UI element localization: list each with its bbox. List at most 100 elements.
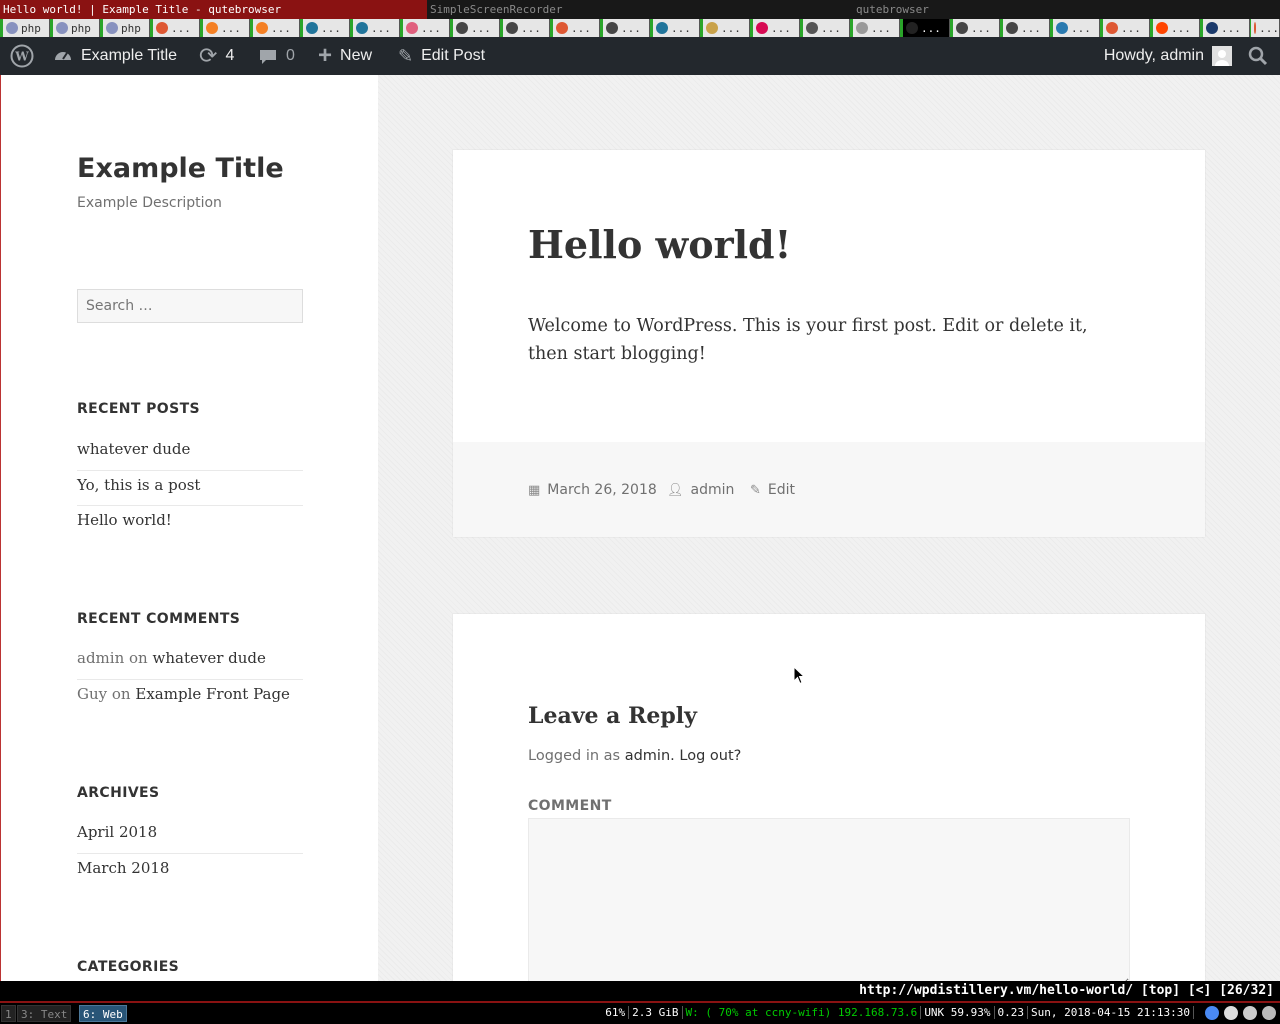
browser-tab[interactable]: ... bbox=[400, 19, 450, 37]
browser-tab[interactable]: ... bbox=[1100, 19, 1150, 37]
recent-post-link[interactable]: Yo, this is a post bbox=[77, 471, 303, 507]
tab-indicator bbox=[300, 19, 303, 37]
tab-indicator bbox=[1150, 19, 1153, 37]
tab-indicator bbox=[400, 19, 403, 37]
browser-tab[interactable]: ... bbox=[700, 19, 750, 37]
browser-tab[interactable]: ... bbox=[300, 19, 350, 37]
comments-count: 0 bbox=[286, 47, 295, 64]
lock-icon[interactable] bbox=[1262, 1006, 1276, 1020]
blank-icon bbox=[856, 22, 868, 34]
browser-tab[interactable]: ... bbox=[350, 19, 400, 37]
calendar-icon: ▦ bbox=[528, 482, 541, 498]
browser-tab[interactable]: php bbox=[0, 19, 50, 37]
window-title[interactable]: Hello world! | Example Title - qutebrows… bbox=[0, 0, 427, 19]
browser-tab[interactable]: ... bbox=[1200, 19, 1250, 37]
php-icon bbox=[106, 22, 118, 34]
chromium-icon[interactable] bbox=[1205, 1006, 1219, 1020]
browser-tab[interactable]: ... bbox=[850, 19, 900, 37]
comment-post-link[interactable]: whatever dude bbox=[153, 649, 266, 667]
browser-tab[interactable]: ... bbox=[500, 19, 550, 37]
comment-on: on bbox=[129, 649, 148, 667]
window-title-strip: Hello world! | Example Title - qutebrows… bbox=[0, 0, 1280, 19]
status-block: W: ( 70% at ccny-wifi) 192.168.73.6 bbox=[683, 1006, 922, 1019]
mouse-cursor-icon bbox=[793, 666, 806, 685]
tab-indicator bbox=[950, 19, 953, 37]
browser-tab[interactable]: ... bbox=[900, 19, 950, 37]
edit-post-button[interactable]: ✎ Edit Post bbox=[398, 37, 485, 75]
browser-tab[interactable]: ... bbox=[550, 19, 600, 37]
archives-heading: ARCHIVES bbox=[77, 785, 160, 801]
logged-in-user-link[interactable]: admin. bbox=[625, 748, 675, 764]
archive-link[interactable]: April 2018 bbox=[77, 818, 303, 854]
tab-label: ... bbox=[771, 21, 791, 35]
post-meta-footer: ▦ March 26, 2018 👤︎ admin ✎ Edit bbox=[453, 442, 1205, 537]
search-input[interactable] bbox=[77, 289, 303, 323]
network-icon[interactable] bbox=[1243, 1006, 1257, 1020]
comment-post-link[interactable]: Example Front Page bbox=[135, 685, 290, 703]
site-name-menu[interactable]: Example Title bbox=[53, 37, 177, 75]
reply-title: Leave a Reply bbox=[528, 703, 697, 729]
browser-tab[interactable]: ... bbox=[200, 19, 250, 37]
wordpress-logo-button[interactable]: W bbox=[10, 37, 34, 75]
workspace-button[interactable]: 3: Text bbox=[17, 1005, 72, 1022]
updates-button[interactable]: ⟳ 4 bbox=[199, 37, 234, 75]
tab-label: ... bbox=[871, 21, 891, 35]
browser-tab[interactable]: ... bbox=[650, 19, 700, 37]
logout-link[interactable]: Log out? bbox=[679, 748, 741, 764]
workspace-button[interactable]: 1 bbox=[1, 1005, 16, 1022]
browser-tab[interactable]: ... bbox=[1250, 19, 1280, 37]
browser-tab[interactable]: ... bbox=[950, 19, 1000, 37]
new-content-button[interactable]: + New bbox=[318, 37, 372, 75]
window-title[interactable]: qutebrowser bbox=[853, 0, 1280, 19]
tab-indicator bbox=[700, 19, 703, 37]
comments-button[interactable]: 0 bbox=[258, 37, 295, 75]
post-edit-link[interactable]: ✎ Edit bbox=[750, 482, 795, 498]
status-blocks: 61% 2.3 GiB W: ( 70% at ccny-wifi) 192.168… bbox=[602, 1006, 1194, 1019]
tab-label: ... bbox=[1259, 21, 1279, 35]
browser-tab[interactable]: php bbox=[50, 19, 100, 37]
post-author[interactable]: 👤︎ admin bbox=[667, 482, 734, 498]
browser-tab[interactable]: ... bbox=[600, 19, 650, 37]
comment-textarea[interactable] bbox=[528, 818, 1130, 981]
browser-tab[interactable]: ... bbox=[250, 19, 300, 37]
post-date[interactable]: ▦ March 26, 2018 bbox=[528, 482, 657, 498]
recent-post-link[interactable]: whatever dude bbox=[77, 435, 303, 471]
avatar bbox=[1212, 46, 1232, 66]
site-title[interactable]: Example Title bbox=[77, 153, 284, 184]
my-account-menu[interactable]: Howdy, admin bbox=[1104, 37, 1232, 75]
workspace-button[interactable]: 6: Web bbox=[79, 1005, 127, 1022]
wordpress-icon bbox=[506, 22, 518, 34]
browser-tab[interactable]: php bbox=[100, 19, 150, 37]
search-icon bbox=[806, 22, 818, 34]
recent-post-link[interactable]: Hello world! bbox=[77, 506, 303, 542]
image-icon bbox=[706, 22, 718, 34]
admin-search-button[interactable] bbox=[1248, 37, 1268, 75]
tab-label: ... bbox=[171, 21, 191, 35]
post-edit-label: Edit bbox=[767, 482, 796, 498]
wordpress-icon bbox=[456, 22, 468, 34]
browser-tab[interactable]: ... bbox=[1150, 19, 1200, 37]
browser-tab[interactable]: ... bbox=[1000, 19, 1050, 37]
settings-icon[interactable] bbox=[1224, 1006, 1238, 1020]
archive-link[interactable]: March 2018 bbox=[77, 854, 303, 890]
archives-list: April 2018 March 2018 bbox=[77, 818, 303, 889]
site-name-label: Example Title bbox=[81, 47, 178, 64]
browser-tab[interactable]: ... bbox=[150, 19, 200, 37]
window-title[interactable]: SimpleScreenRecorder bbox=[427, 0, 853, 19]
wordpress-icon bbox=[656, 22, 668, 34]
system-tray bbox=[1205, 1006, 1276, 1020]
browser-tab[interactable]: ... bbox=[800, 19, 850, 37]
sidebar: Example Title Example Description RECENT… bbox=[1, 75, 378, 981]
tab-label: ... bbox=[671, 21, 691, 35]
browser-tab[interactable]: ... bbox=[1050, 19, 1100, 37]
wordpress-icon bbox=[356, 22, 368, 34]
stackoverflow-icon bbox=[206, 22, 218, 34]
browser-tab[interactable]: ... bbox=[450, 19, 500, 37]
tab-label: ... bbox=[371, 21, 391, 35]
logged-in-prefix: Logged in as bbox=[528, 748, 621, 764]
browser-tab[interactable]: ... bbox=[750, 19, 800, 37]
tab-indicator bbox=[350, 19, 353, 37]
tab-label: ... bbox=[271, 21, 291, 35]
tab-label: ... bbox=[621, 21, 641, 35]
wordpress-icon bbox=[956, 22, 968, 34]
